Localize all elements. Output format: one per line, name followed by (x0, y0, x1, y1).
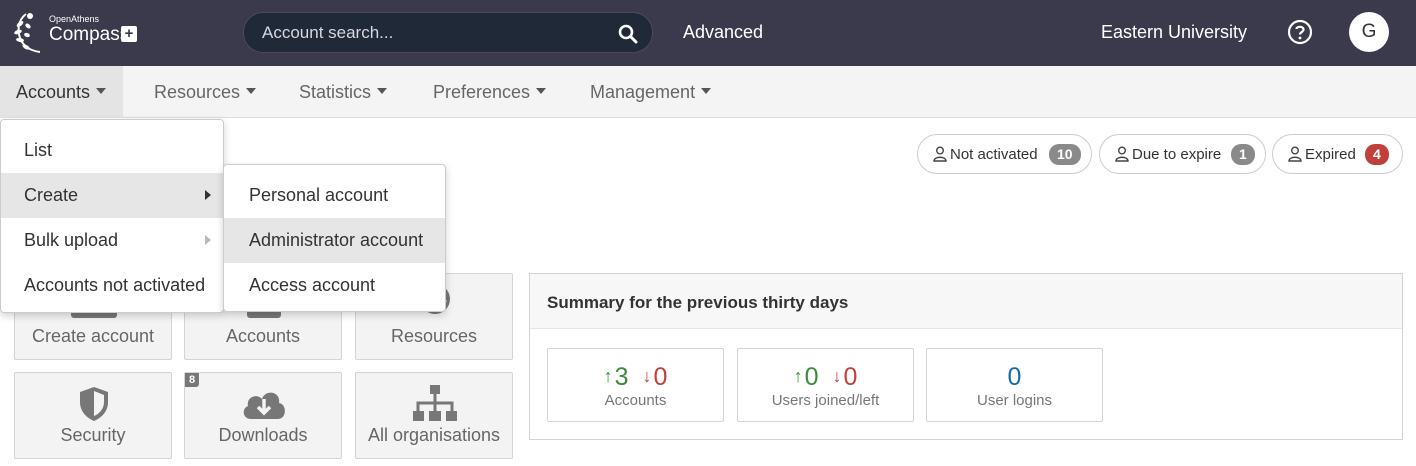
summary-panel: Summary for the previous thirty days ↑3 ↓… (529, 273, 1403, 440)
user-avatar[interactable]: G (1349, 12, 1389, 52)
downloads-tile[interactable]: 8 Downloads (184, 372, 342, 459)
main-nav: Accounts Resources Statistics Preference… (0, 66, 1416, 118)
nav-accounts-label: Accounts (16, 82, 91, 102)
caret-down-icon (246, 88, 257, 95)
caret-down-icon (536, 88, 547, 95)
submenu-item-personal-account-label: Personal account (249, 185, 389, 205)
user-icon (1115, 146, 1129, 162)
expired-label: Expired (1305, 146, 1356, 163)
caret-right-icon (205, 190, 211, 200)
due-to-expire-count: 1 (1231, 144, 1255, 165)
arrow-down-icon: ↓ (832, 366, 842, 386)
menu-item-list-label: List (24, 140, 53, 160)
submenu-item-administrator-account-label: Administrator account (249, 230, 424, 250)
logo-plus-mark: + (121, 26, 137, 42)
menu-item-create-label: Create (24, 185, 79, 205)
nav-accounts[interactable]: Accounts (0, 66, 123, 118)
search-input[interactable]: Account search... (262, 23, 393, 43)
not-activated-label: Not activated (950, 146, 1038, 163)
caret-right-icon (205, 235, 211, 245)
logo-text-openathens: OpenAthens (49, 14, 100, 24)
arrow-up-icon: ↑ (603, 366, 613, 386)
nav-management-label: Management (590, 82, 696, 102)
arrow-up-icon: ↑ (793, 366, 803, 386)
downloads-label: Downloads (218, 425, 308, 445)
laurel-icon (14, 13, 41, 53)
nav-resources-label: Resources (154, 82, 241, 102)
due-to-expire-filter[interactable]: Due to expire 1 (1099, 134, 1266, 174)
resources-label: Resources (390, 326, 478, 346)
logins-stat[interactable]: 0 User logins (926, 348, 1103, 422)
arrow-down-icon: ↓ (642, 366, 652, 386)
search-icon[interactable] (618, 24, 638, 44)
caret-down-icon (96, 88, 107, 95)
summary-title: Summary for the previous thirty days (547, 293, 849, 312)
org-chart-icon (413, 385, 457, 421)
logins-stat-value: 0 (1007, 363, 1022, 391)
create-account-label: Create account (31, 326, 155, 346)
accounts-dropdown-menu: List Create Bulk upload Accounts not act… (0, 119, 224, 313)
user-icon (1288, 146, 1302, 162)
menu-item-bulk-upload-label: Bulk upload (24, 230, 119, 250)
logins-stat-label: User logins (976, 392, 1053, 409)
security-tile[interactable]: Security (14, 372, 172, 459)
accounts-label: Accounts (225, 326, 301, 346)
account-search[interactable]: Account search... (243, 12, 653, 53)
summary-header: Summary for the previous thirty days (530, 274, 1402, 329)
cloud-download-icon (243, 392, 285, 419)
not-activated-count: 10 (1049, 144, 1081, 165)
due-to-expire-label: Due to expire (1132, 146, 1222, 163)
create-submenu: Personal account Administrator account A… (223, 164, 446, 312)
nav-management[interactable]: Management (574, 66, 727, 118)
advanced-search-link[interactable]: Advanced (683, 22, 763, 43)
user-icon (933, 146, 947, 162)
submenu-item-personal-account[interactable]: Personal account (224, 173, 445, 218)
nav-preferences-label: Preferences (433, 82, 531, 102)
nav-statistics[interactable]: Statistics (283, 66, 403, 118)
users-down-count: 0 (843, 363, 858, 391)
downloads-badge: 8 (185, 373, 200, 387)
nav-statistics-label: Statistics (299, 82, 372, 102)
top-bar: OpenAthens Compass + Account search... A… (0, 0, 1416, 66)
organisation-name[interactable]: Eastern University (1101, 22, 1247, 43)
nav-resources[interactable]: Resources (138, 66, 272, 118)
accounts-stat[interactable]: ↑3 ↓0 Accounts (547, 348, 724, 422)
caret-down-icon (377, 88, 388, 95)
expired-filter[interactable]: Expired 4 (1272, 134, 1403, 174)
accounts-stat-label: Accounts (604, 392, 667, 409)
accounts-stat-values: ↑3 ↓0 (548, 363, 723, 392)
help-icon[interactable] (1287, 19, 1313, 45)
expired-count: 4 (1365, 144, 1389, 165)
not-activated-filter[interactable]: Not activated 10 (917, 134, 1092, 174)
caret-down-icon (701, 88, 712, 95)
all-organisations-label: All organisations (367, 425, 501, 445)
menu-item-list[interactable]: List (1, 128, 223, 173)
menu-item-accounts-not-activated[interactable]: Accounts not activated (1, 263, 223, 308)
menu-item-create[interactable]: Create (1, 173, 223, 218)
security-label: Security (60, 425, 126, 445)
menu-item-bulk-upload[interactable]: Bulk upload (1, 218, 223, 263)
shield-icon (80, 387, 108, 421)
all-organisations-tile[interactable]: All organisations (355, 372, 513, 459)
openathens-compass-logo[interactable]: OpenAthens Compass + (12, 10, 142, 56)
submenu-item-access-account-label: Access account (249, 275, 376, 295)
users-up-count: 0 (804, 363, 819, 391)
accounts-down-count: 0 (653, 363, 668, 391)
users-stat-label: Users joined/left (771, 392, 880, 409)
users-stat[interactable]: ↑0 ↓0 Users joined/left (737, 348, 914, 422)
accounts-up-count: 3 (614, 363, 629, 391)
nav-preferences[interactable]: Preferences (417, 66, 562, 118)
users-stat-values: ↑0 ↓0 (738, 363, 913, 392)
submenu-item-administrator-account[interactable]: Administrator account (224, 218, 445, 263)
submenu-item-access-account[interactable]: Access account (224, 263, 445, 308)
menu-item-accounts-not-activated-label: Accounts not activated (24, 275, 206, 295)
logo-text-compass: Compass (49, 24, 130, 45)
